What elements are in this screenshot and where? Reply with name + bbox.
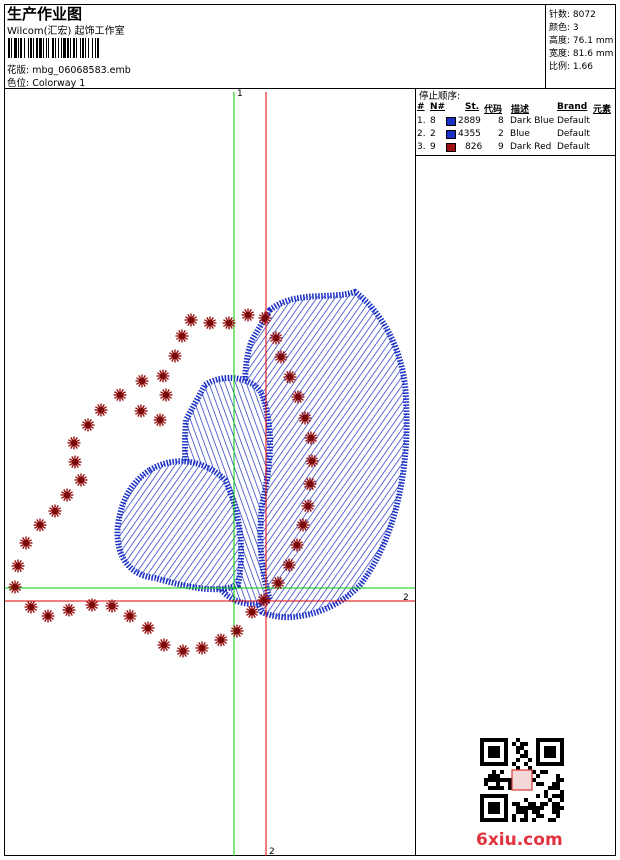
star-stitch (241, 308, 255, 322)
embroidery-design (5, 92, 415, 856)
star-stitch (85, 598, 99, 612)
small-petal (114, 458, 245, 593)
qr-code (480, 738, 564, 822)
star-stitch (153, 413, 167, 427)
star-stitch (67, 436, 81, 450)
star-stitch (141, 621, 155, 635)
star-stitch (168, 349, 182, 363)
axis-label-top: 1 (237, 89, 243, 99)
star-stitch (8, 580, 22, 594)
star-stitch (203, 316, 217, 330)
star-stitch (81, 418, 95, 432)
star-stitch (113, 388, 127, 402)
star-stitch (11, 559, 25, 573)
star-stitch (134, 404, 148, 418)
star-stitch (62, 603, 76, 617)
star-stitch (123, 609, 137, 623)
star-stitch (230, 624, 244, 638)
star-stitch (157, 638, 171, 652)
star-stitch (214, 633, 228, 647)
star-stitch (74, 473, 88, 487)
star-stitch (24, 600, 38, 614)
star-stitch (176, 644, 190, 658)
star-stitch (184, 313, 198, 327)
star-stitch (195, 641, 209, 655)
axis-label-right: 2 (403, 593, 409, 603)
star-stitch (48, 504, 62, 518)
star-stitch (94, 403, 108, 417)
star-stitch (159, 388, 173, 402)
star-stitch (19, 536, 33, 550)
star-stitch (156, 369, 170, 383)
star-stitch (68, 455, 82, 469)
star-stitch (41, 609, 55, 623)
star-stitch (175, 329, 189, 343)
axis-label-bottom: 2 (269, 847, 275, 857)
star-stitch (60, 488, 74, 502)
star-stitch (33, 518, 47, 532)
star-stitch (135, 374, 149, 388)
watermark-logo: 6xiu.com (476, 830, 563, 850)
